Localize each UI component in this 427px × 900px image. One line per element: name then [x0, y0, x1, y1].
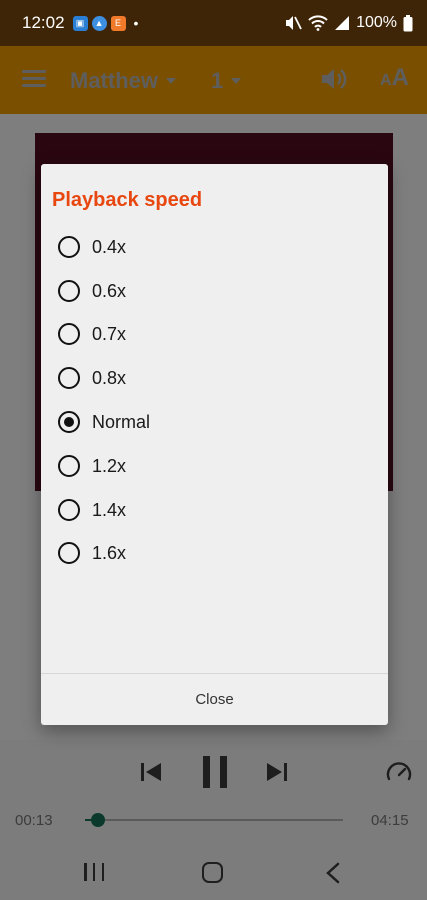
signal-icon [335, 16, 350, 30]
app-notification-icon: ▲ [91, 15, 107, 31]
app-notification-icon: E [110, 15, 126, 31]
text-size-icon[interactable]: AA [380, 64, 409, 92]
system-nav-bar [0, 842, 427, 900]
audio-player: 00:13 04:15 [0, 740, 427, 842]
speed-option-label: 1.6x [92, 542, 127, 563]
speed-option-0-6x[interactable]: 0.6x [41, 269, 388, 313]
chevron-down-icon [231, 78, 242, 84]
speed-option-label: 0.8x [92, 367, 127, 388]
speed-option-label: Normal [92, 411, 151, 432]
seek-bar[interactable] [85, 819, 343, 821]
radio-button[interactable] [58, 323, 80, 345]
status-time: 12:02 [22, 13, 65, 32]
total-time: 04:15 [371, 812, 409, 829]
app-notification-icon: ▣ [72, 15, 88, 31]
close-button[interactable]: Close [41, 674, 388, 725]
speed-option-label: 0.7x [92, 323, 127, 344]
book-selector[interactable]: Matthew [70, 68, 176, 94]
radio-button[interactable] [58, 542, 80, 564]
speed-option-0-8x[interactable]: 0.8x [41, 356, 388, 400]
chevron-down-icon [166, 78, 176, 84]
playback-speed-icon[interactable] [386, 760, 412, 784]
speed-option-0-7x[interactable]: 0.7x [41, 312, 388, 356]
notification-icons: ▣ ▲ E [72, 15, 126, 31]
status-indicators: 100% [284, 14, 413, 32]
radio-button[interactable] [58, 236, 80, 258]
pause-icon[interactable] [201, 755, 229, 789]
radio-button-selected[interactable] [58, 411, 80, 433]
status-bar: 12:02 ▣ ▲ E • 100% [0, 0, 427, 46]
speed-option-label: 1.2x [92, 455, 127, 476]
radio-button[interactable] [58, 455, 80, 477]
mute-icon [286, 16, 302, 30]
speed-option-label: 1.4x [92, 499, 127, 520]
recents-icon[interactable] [84, 863, 104, 881]
status-dot: • [133, 15, 139, 31]
radio-button[interactable] [58, 367, 80, 389]
speed-option-1-6x[interactable]: 1.6x [41, 531, 388, 575]
skip-previous-icon[interactable] [139, 760, 163, 784]
battery-percent: 100% [356, 14, 397, 31]
radio-button[interactable] [58, 499, 80, 521]
battery-icon [403, 14, 413, 31]
radio-button[interactable] [58, 280, 80, 302]
wifi-icon [308, 15, 328, 31]
chapter-number: 1 [211, 68, 224, 93]
speed-option-label: 0.4x [92, 236, 127, 257]
chapter-selector[interactable]: 1 [211, 68, 242, 94]
speed-option-1-4x[interactable]: 1.4x [41, 488, 388, 532]
speed-option-0-4x[interactable]: 0.4x [41, 225, 388, 269]
app-bar: Matthew 1 AA [0, 46, 427, 114]
playback-speed-dialog: Playback speed 0.4x 0.6x 0.7x 0.8x Norma… [41, 164, 388, 725]
dialog-title: Playback speed [52, 189, 203, 211]
current-time: 00:13 [15, 812, 53, 829]
speed-option-1-2x[interactable]: 1.2x [41, 444, 388, 488]
back-icon[interactable] [325, 862, 341, 884]
volume-icon[interactable] [320, 66, 348, 92]
speed-option-label: 0.6x [92, 280, 127, 301]
home-icon[interactable] [202, 862, 223, 883]
speed-option-normal[interactable]: Normal [41, 400, 388, 444]
seek-thumb[interactable] [90, 813, 105, 827]
skip-next-icon[interactable] [265, 760, 289, 784]
menu-icon[interactable] [22, 70, 46, 88]
book-name: Matthew [70, 68, 158, 93]
